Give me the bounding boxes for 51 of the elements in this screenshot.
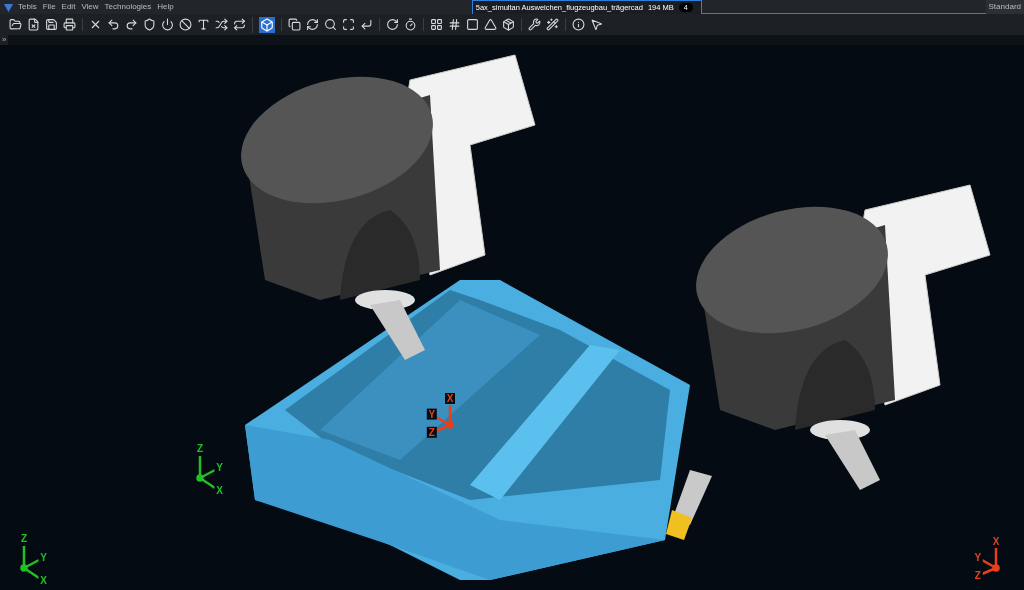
refresh-icon[interactable] xyxy=(306,18,319,31)
printer-icon[interactable] xyxy=(63,18,76,31)
axis-label: Z xyxy=(974,569,981,581)
crossed-arrows-icon[interactable] xyxy=(215,18,228,31)
axis-label: X xyxy=(40,575,47,586)
app-logo-icon xyxy=(4,2,13,12)
redo-icon[interactable] xyxy=(125,18,138,31)
expand-toggle[interactable]: » xyxy=(0,35,9,45)
cutter-tool-drawing xyxy=(666,470,712,540)
power-icon[interactable] xyxy=(161,18,174,31)
shield-icon[interactable] xyxy=(143,18,156,31)
layout-selector[interactable]: Standard xyxy=(985,0,1024,14)
axis-label: Z xyxy=(428,426,435,438)
menu-item[interactable]: Edit xyxy=(61,1,76,13)
slashed-circle-icon[interactable] xyxy=(179,18,192,31)
save-icon[interactable] xyxy=(45,18,58,31)
axis-label: Z xyxy=(196,443,204,455)
undo-icon[interactable] xyxy=(107,18,120,31)
menu-item[interactable]: File xyxy=(42,1,56,13)
rotate-icon[interactable] xyxy=(386,18,399,31)
axis-label: Y xyxy=(216,461,223,473)
open-folder-icon[interactable] xyxy=(9,18,22,31)
box-icon[interactable] xyxy=(502,18,515,31)
axis-label: Y xyxy=(974,551,982,563)
shading-mode-button[interactable] xyxy=(259,16,275,33)
cross-icon[interactable] xyxy=(89,18,102,31)
axis-label: X xyxy=(992,536,1000,547)
wrench-icon[interactable] xyxy=(528,18,541,31)
text-icon[interactable] xyxy=(197,18,210,31)
search-icon[interactable] xyxy=(324,18,337,31)
menu-item[interactable]: View xyxy=(81,1,99,13)
timer-icon[interactable] xyxy=(404,18,417,31)
axis-label: Y xyxy=(40,551,47,563)
axis-label: X xyxy=(216,485,223,496)
frame-icon[interactable] xyxy=(466,18,479,31)
grid-layout-icon[interactable] xyxy=(430,18,443,31)
wand-icon[interactable] xyxy=(546,18,559,31)
copy-icon[interactable] xyxy=(288,18,301,31)
app-name: Tebis xyxy=(18,1,37,13)
axis-label: X xyxy=(446,393,454,404)
menu-item[interactable]: Help xyxy=(157,1,174,13)
info-icon[interactable] xyxy=(572,18,585,31)
pointer-help-icon[interactable] xyxy=(590,18,603,31)
triangle-icon[interactable] xyxy=(484,18,497,31)
repeat-icon[interactable] xyxy=(233,18,246,31)
fit-view-icon[interactable] xyxy=(342,18,355,31)
close-file-icon[interactable] xyxy=(27,18,40,31)
axis-label: Y xyxy=(428,408,436,420)
menu-item[interactable]: Technologies xyxy=(104,1,152,13)
grid-icon[interactable] xyxy=(448,18,461,31)
axis-label: Z xyxy=(20,533,28,545)
